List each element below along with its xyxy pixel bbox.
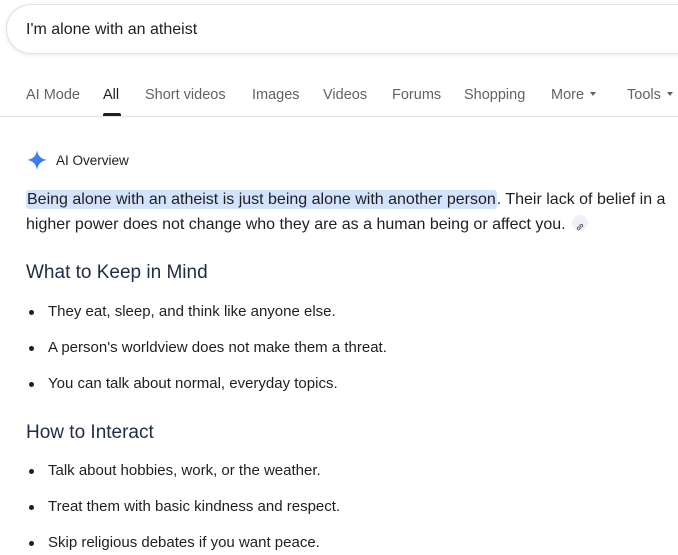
sparkle-icon [26,149,48,171]
list-item: Treat them with basic kindness and respe… [26,498,340,534]
bullet-icon [29,469,34,474]
ai-overview-title: AI Overview [56,152,129,168]
tab-ai-mode[interactable]: AI Mode [26,87,80,103]
tab-forums[interactable]: Forums [392,87,441,103]
bullet-icon [29,541,34,546]
list-item: They eat, sleep, and think like anyone e… [26,303,387,339]
list-item: You can talk about normal, everyday topi… [26,375,387,411]
list-item-text: Skip religious debates if you want peace… [48,534,320,551]
link-icon [576,223,583,230]
search-input[interactable] [26,20,586,40]
tab-tools-label: Tools [627,87,661,103]
list-item-text: A person's worldview does not make them … [48,339,387,356]
keep-in-mind-list: They eat, sleep, and think like anyone e… [26,303,387,411]
list-item: Talk about hobbies, work, or the weather… [26,462,340,498]
bullet-icon [29,382,34,387]
ai-overview-header: AI Overview [26,148,129,172]
tab-videos[interactable]: Videos [323,87,367,103]
list-item-text: They eat, sleep, and think like anyone e… [48,303,336,320]
chevron-down-icon [666,92,673,97]
source-link-button[interactable] [571,214,588,231]
search-tabs: AI Mode All Short videos Images Videos F… [0,80,678,116]
bullet-icon [29,346,34,351]
search-results-page: AI Mode All Short videos Images Videos F… [0,0,678,555]
tab-images[interactable]: Images [252,87,300,103]
summary-highlight: Being alone with an atheist is just bein… [26,190,497,209]
list-item-text: Treat them with basic kindness and respe… [48,498,341,515]
tab-all[interactable]: All [103,87,119,103]
tab-shopping[interactable]: Shopping [464,87,525,103]
list-item: Skip religious debates if you want peace… [26,534,340,555]
ai-overview-summary: Being alone with an atheist is just bein… [26,187,678,237]
section-heading-keep-in-mind: What to Keep in Mind [26,262,208,283]
tab-tools[interactable]: Tools [627,87,673,103]
how-to-interact-list: Talk about hobbies, work, or the weather… [26,462,340,555]
section-heading-how-to-interact: How to Interact [26,422,154,443]
tab-more[interactable]: More [551,87,597,103]
tab-more-label: More [551,87,585,103]
list-item-text: Talk about hobbies, work, or the weather… [48,462,321,479]
search-bar[interactable] [6,4,678,54]
list-item-text: You can talk about normal, everyday topi… [48,375,338,392]
chevron-down-icon [590,92,597,97]
tabs-divider [0,116,678,117]
bullet-icon [29,505,34,510]
tab-short-videos[interactable]: Short videos [145,87,226,103]
bullet-icon [29,310,34,315]
list-item: A person's worldview does not make them … [26,339,387,375]
